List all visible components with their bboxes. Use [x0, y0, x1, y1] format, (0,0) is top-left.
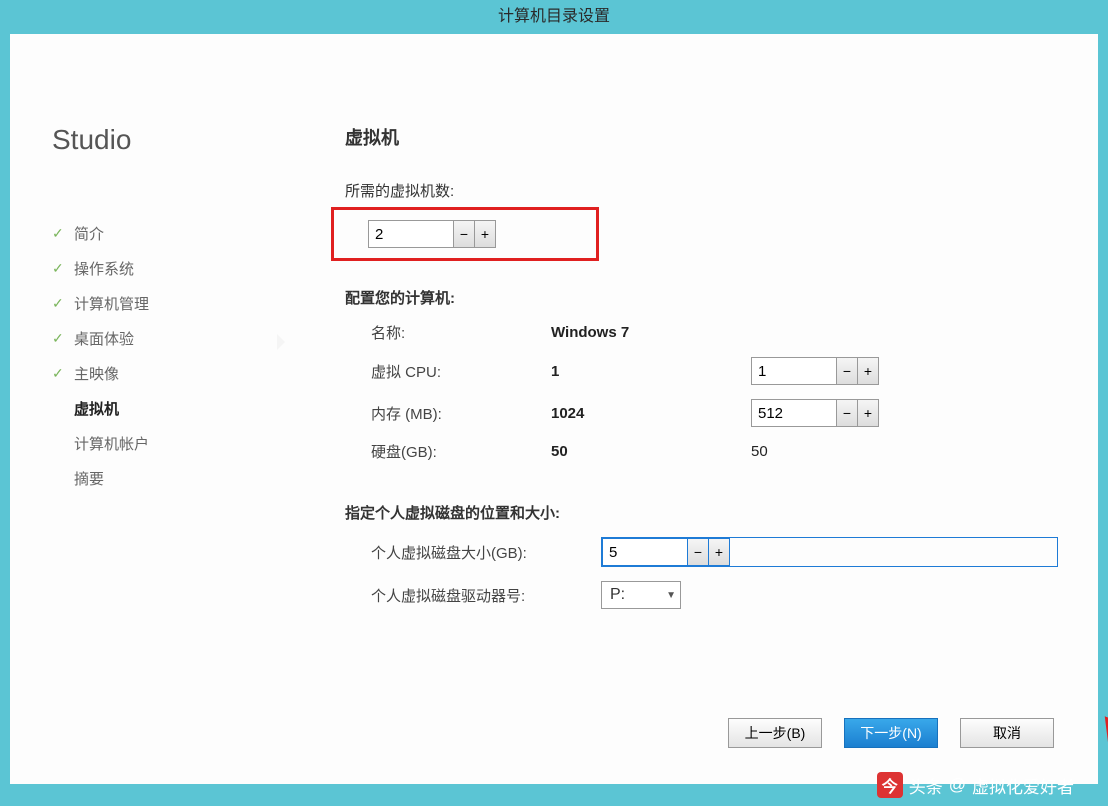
pvd-drive-select[interactable]: P: ▼ — [601, 581, 681, 609]
annotation-arrow-icon — [975, 629, 1108, 769]
pvd-size-increment[interactable]: + — [708, 538, 730, 566]
sidebar-item-os[interactable]: ✓ 操作系统 — [52, 251, 255, 286]
pvd-size-stepper: − + — [601, 537, 1058, 567]
check-icon: ✓ — [52, 295, 66, 312]
sidebar-item-label: 桌面体验 — [74, 328, 134, 349]
sidebar-item-label: 主映像 — [74, 363, 119, 384]
sidebar: Studio ✓ 简介 ✓ 操作系统 ✓ 计算机管理 ✓ 桌面体验 ✓ 主映像 — [10, 34, 285, 784]
cpu-input[interactable] — [751, 357, 837, 385]
mem-input[interactable] — [751, 399, 837, 427]
cpu-value: 1 — [551, 363, 751, 380]
sidebar-item-accounts[interactable]: ✓ 计算机帐户 — [52, 426, 255, 461]
sidebar-title: Studio — [52, 124, 255, 156]
sidebar-item-intro[interactable]: ✓ 简介 — [52, 216, 255, 251]
sidebar-item-label: 简介 — [74, 223, 104, 244]
button-row: 上一步(B) 下一步(N) 取消 — [728, 718, 1054, 748]
cpu-decrement[interactable]: − — [836, 357, 858, 385]
sidebar-item-label: 计算机帐户 — [74, 433, 149, 454]
config-grid: 名称: Windows 7 虚拟 CPU: 1 − + 内存 (MB): 102… — [371, 322, 1058, 462]
watermark: 今 头条 @ 虚拟化爱好者 — [877, 772, 1074, 798]
disk-value2: 50 — [751, 443, 1058, 460]
pvd-drive-value: P: — [610, 586, 625, 604]
back-button[interactable]: 上一步(B) — [728, 718, 822, 748]
watermark-author: 虚拟化爱好者 — [972, 773, 1074, 798]
cpu-increment[interactable]: + — [857, 357, 879, 385]
name-label: 名称: — [371, 322, 551, 343]
content-area: Studio ✓ 简介 ✓ 操作系统 ✓ 计算机管理 ✓ 桌面体验 ✓ 主映像 — [10, 34, 1098, 784]
mem-label: 内存 (MB): — [371, 403, 551, 424]
check-icon: ✓ — [52, 225, 66, 242]
cancel-button[interactable]: 取消 — [960, 718, 1054, 748]
chevron-down-icon: ▼ — [666, 590, 676, 601]
vm-count-label: 所需的虚拟机数: — [345, 180, 1058, 201]
personal-disk-title: 指定个人虚拟磁盘的位置和大小: — [345, 502, 1058, 523]
titlebar: 计算机目录设置 — [8, 0, 1100, 34]
check-icon: ✓ — [52, 330, 66, 347]
disk-label: 硬盘(GB): — [371, 441, 551, 462]
sidebar-item-summary[interactable]: ✓ 摘要 — [52, 461, 255, 496]
next-button[interactable]: 下一步(N) — [844, 718, 938, 748]
sidebar-item-master-image[interactable]: ✓ 主映像 — [52, 356, 255, 391]
cpu-label: 虚拟 CPU: — [371, 361, 551, 382]
pvd-drive-label: 个人虚拟磁盘驱动器号: — [371, 585, 601, 606]
step-indicator-icon — [277, 334, 285, 350]
watermark-source: 头条 — [909, 773, 943, 798]
disk-value: 50 — [551, 443, 751, 460]
toutiao-logo-icon: 今 — [877, 772, 903, 798]
main-panel: 虚拟机 所需的虚拟机数: − + 配置您的计算机: 名称: Windows 7 … — [285, 34, 1098, 784]
vm-count-input[interactable] — [368, 220, 454, 248]
config-title: 配置您的计算机: — [345, 287, 1058, 308]
sidebar-item-label: 操作系统 — [74, 258, 134, 279]
mem-decrement[interactable]: − — [836, 399, 858, 427]
sidebar-item-machine-mgmt[interactable]: ✓ 计算机管理 — [52, 286, 255, 321]
personal-disk-grid: 个人虚拟磁盘大小(GB): − + 个人虚拟磁盘驱动器号: P: ▼ — [371, 537, 1058, 609]
sidebar-item-label: 虚拟机 — [74, 398, 119, 419]
sidebar-item-vm[interactable]: ✓ 虚拟机 — [52, 391, 255, 426]
sidebar-item-label: 摘要 — [74, 468, 104, 489]
sidebar-item-label: 计算机管理 — [74, 293, 149, 314]
dialog-window: 计算机目录设置 Studio ✓ 简介 ✓ 操作系统 ✓ 计算机管理 ✓ 桌面体… — [8, 0, 1100, 786]
pvd-size-label: 个人虚拟磁盘大小(GB): — [371, 542, 601, 563]
vm-count-highlight: − + — [331, 207, 599, 261]
page-heading: 虚拟机 — [345, 124, 1058, 150]
mem-value: 1024 — [551, 405, 751, 422]
name-value: Windows 7 — [551, 324, 751, 341]
pvd-size-input[interactable] — [602, 538, 688, 566]
check-icon: ✓ — [52, 365, 66, 382]
watermark-at: @ — [949, 775, 966, 795]
sidebar-item-desktop-exp[interactable]: ✓ 桌面体验 — [52, 321, 255, 356]
vm-count-stepper: − + — [368, 220, 496, 248]
mem-stepper: − + — [751, 399, 1058, 427]
pvd-size-decrement[interactable]: − — [687, 538, 709, 566]
vm-count-increment[interactable]: + — [474, 220, 496, 248]
check-icon: ✓ — [52, 260, 66, 277]
vm-count-decrement[interactable]: − — [453, 220, 475, 248]
cpu-stepper: − + — [751, 357, 1058, 385]
mem-increment[interactable]: + — [857, 399, 879, 427]
